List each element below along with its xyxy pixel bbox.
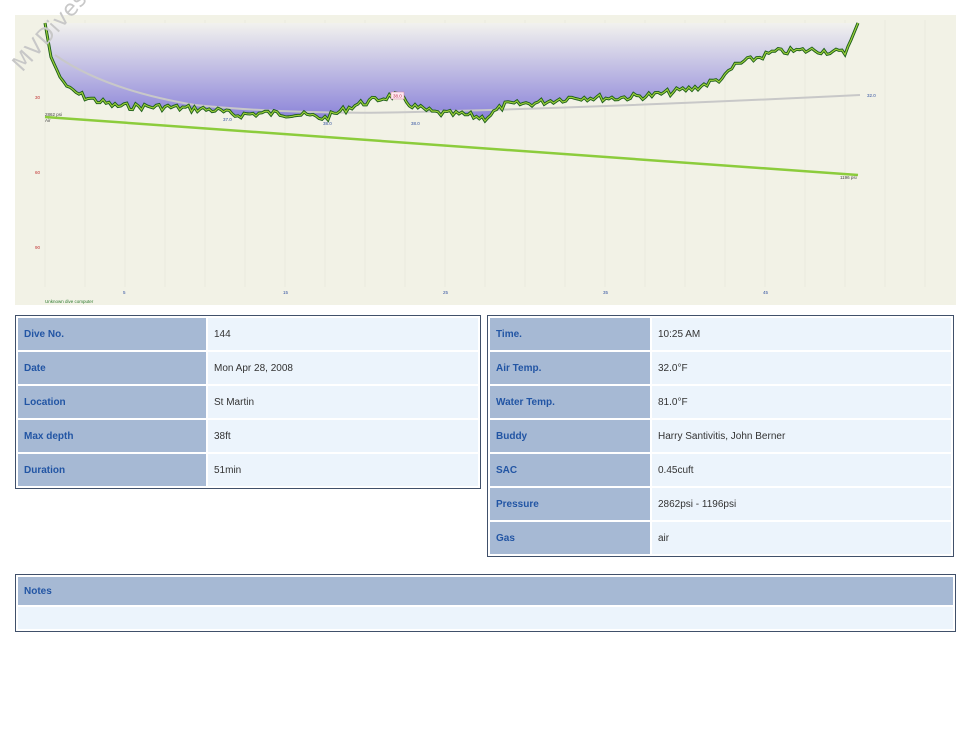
water-temp-value: 81.0°F [652,386,951,418]
time-label-25: 25 [443,290,449,295]
gas-value: air [652,522,951,554]
dive-no-label: Dive No. [18,318,206,350]
water-temp-label: Water Temp. [490,386,650,418]
date-value: Mon Apr 28, 2008 [208,352,478,384]
date-label: Date [18,352,206,384]
table-row: Date Mon Apr 28, 2008 [18,352,478,384]
location-value: St Martin [208,386,478,418]
time-label-15: 15 [283,290,289,295]
table-row: Air Temp. 32.0°F [490,352,951,384]
table-row: Time. 10:25 AM [490,318,951,350]
depth-label-30: 30 [35,95,41,100]
start-gas-label: Air [45,118,51,123]
end-temp-label: 32.0 [867,93,876,98]
time-label-35: 35 [603,290,609,295]
duration-value: 51min [208,454,478,486]
dive-no-value: 144 [208,318,478,350]
dive-info-table: Dive No. 144 Date Mon Apr 28, 2008 Locatio… [15,315,481,489]
max-depth-marker: 38.0 [393,94,402,99]
notes-label: Notes [18,577,953,605]
temp-label-2: 38.0 [323,121,332,126]
table-row: Location St Martin [18,386,478,418]
table-row: Buddy Harry Santivitis, John Berner [490,420,951,452]
gas-label: Gas [490,522,650,554]
table-row: Notes [18,577,953,605]
table-row: Dive No. 144 [18,318,478,350]
table-row: Max depth 38ft [18,420,478,452]
sac-label: SAC [490,454,650,486]
table-row: Gas air [490,522,951,554]
table-row: SAC 0.45cuft [490,454,951,486]
buddy-label: Buddy [490,420,650,452]
temp-label-3: 38.0 [411,121,420,126]
air-temp-value: 32.0°F [652,352,951,384]
table-row: Duration 51min [18,454,478,486]
table-row: Pressure 2862psi - 1196psi [490,488,951,520]
notes-value [18,607,953,629]
pressure-value: 2862psi - 1196psi [652,488,951,520]
notes-table: Notes [15,574,956,632]
table-row [18,607,953,629]
air-temp-label: Air Temp. [490,352,650,384]
time-label: Time. [490,318,650,350]
dive-profile-chart: 30 60 90 5 15 25 35 45 2862 psi Air 1196… [15,15,956,305]
duration-label: Duration [18,454,206,486]
max-depth-label: Max depth [18,420,206,452]
time-label-45: 45 [763,290,769,295]
end-pressure-label: 1196 psi [840,175,857,180]
depth-label-60: 60 [35,170,41,175]
time-value: 10:25 AM [652,318,951,350]
depth-label-90: 90 [35,245,41,250]
dive-conditions-table: Time. 10:25 AM Air Temp. 32.0°F Water Temp… [487,315,954,557]
sac-value: 0.45cuft [652,454,951,486]
pressure-label: Pressure [490,488,650,520]
start-pressure-label: 2862 psi [45,112,62,117]
temp-label-1: 37.0 [223,117,232,122]
buddy-value: Harry Santivitis, John Berner [652,420,951,452]
max-depth-value: 38ft [208,420,478,452]
table-row: Water Temp. 81.0°F [490,386,951,418]
dive-computer-label: Unknown dive computer [45,299,94,304]
location-label: Location [18,386,206,418]
